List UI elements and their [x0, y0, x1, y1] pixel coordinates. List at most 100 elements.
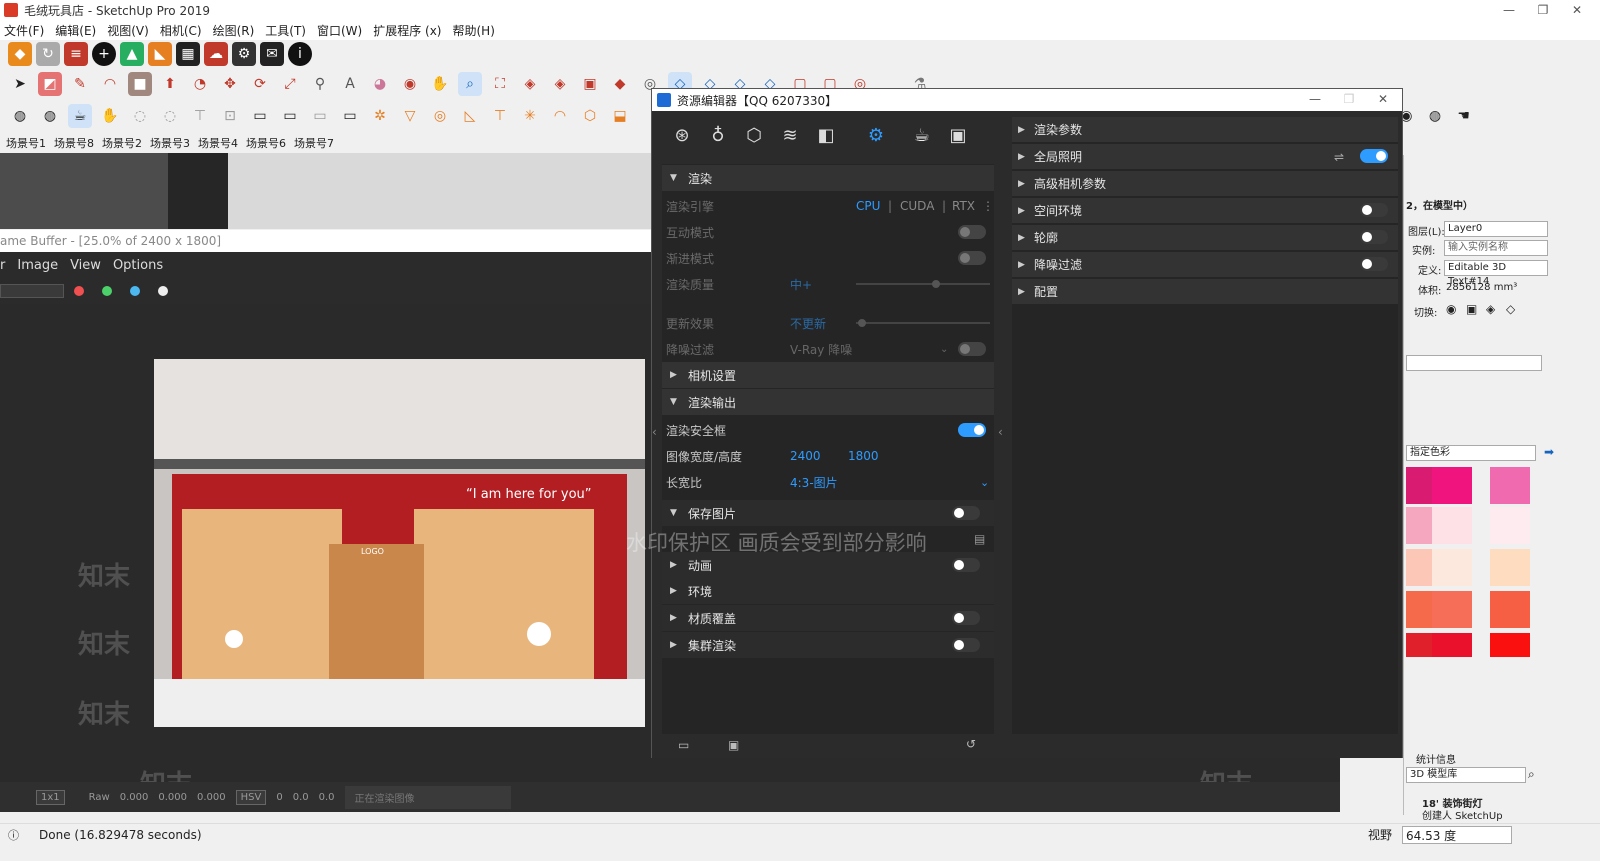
alpha-channel-icon[interactable] [158, 286, 168, 296]
pan-hand-icon[interactable]: ✋ [428, 72, 452, 96]
reset-icon[interactable]: ↺ [966, 737, 976, 751]
infinite-plane-icon[interactable]: ⬓ [608, 104, 632, 128]
maximize-button[interactable]: ❐ [1526, 0, 1560, 20]
sandbox-contours-icon[interactable]: ◍ [8, 104, 32, 128]
sliders-icon[interactable]: ⇌ [1334, 150, 1344, 164]
scale-icon[interactable]: ⤢ [278, 72, 302, 96]
sandbox-icon[interactable]: ◣ [148, 42, 172, 66]
quality-slider-handle[interactable] [932, 280, 940, 288]
tree-icon[interactable]: ▲ [120, 42, 144, 66]
safe-frame-toggle[interactable] [958, 423, 986, 437]
align-top-icon[interactable]: ⊤ [188, 104, 212, 128]
collapse-left-icon[interactable]: ‹ [652, 425, 657, 439]
scene-tab-3[interactable]: 场景号3 [150, 135, 190, 151]
sketchup-viewport[interactable] [0, 153, 660, 229]
engine-rtx[interactable]: RTX [952, 199, 975, 213]
arc-icon[interactable]: ◠ [98, 72, 122, 96]
color-select[interactable]: 指定色彩 [1406, 445, 1536, 461]
window-frame-icon[interactable]: ▭ [248, 104, 272, 128]
vray-frame-buffer-icon[interactable]: ▣ [578, 72, 602, 96]
scene-tab-1[interactable]: 场景号1 [6, 135, 46, 151]
chevron-down-icon[interactable]: ⌄ [940, 344, 948, 355]
cursor-select-icon[interactable]: ☚ [1452, 104, 1475, 128]
materials-icon[interactable]: ⊛ [668, 121, 696, 149]
section-denoiser[interactable]: ▶ 降噪过滤 [1012, 252, 1398, 277]
orbit-icon[interactable]: ◉ [398, 72, 422, 96]
eraser-icon[interactable]: ◩ [38, 72, 62, 96]
gi-toggle[interactable] [1360, 149, 1388, 163]
save-disk-icon[interactable]: ▣ [728, 738, 739, 752]
select-arrow-icon[interactable]: ➤ [8, 72, 32, 96]
menu-help[interactable]: 帮助(H) [452, 22, 494, 39]
swarm-toggle[interactable] [952, 638, 980, 652]
minimize-button[interactable]: — [1492, 0, 1526, 20]
ae-maximize-button[interactable]: ❐ [1332, 89, 1366, 109]
cloud-upload-icon[interactable]: ☁ [204, 42, 228, 66]
status-info-icon[interactable]: ⓘ [8, 827, 19, 843]
mesh-light-icon[interactable]: ⬡ [578, 104, 602, 128]
green-channel-icon[interactable] [102, 286, 112, 296]
move-icon[interactable]: ✥ [218, 72, 242, 96]
zoom-extents-icon[interactable]: ⛶ [488, 72, 512, 96]
file-icon[interactable]: ▤ [974, 532, 985, 546]
textures-icon[interactable]: ◧ [812, 121, 840, 149]
section-save-image[interactable]: ▼ 保存图片 [662, 500, 994, 526]
more-options-icon[interactable]: ⋮ [982, 199, 994, 213]
menu-edit[interactable]: 编辑(E) [55, 22, 96, 39]
color-mode-select[interactable]: HSV [235, 789, 267, 805]
color-swatch[interactable] [1432, 507, 1472, 544]
vray-render-icon[interactable]: ◈ [518, 72, 542, 96]
mail-icon[interactable]: ✉ [260, 42, 284, 66]
spot-light-icon[interactable]: ▽ [398, 104, 422, 128]
blue-channel-icon[interactable] [130, 286, 140, 296]
menu-view[interactable]: 视图(V) [107, 22, 149, 39]
section-advanced-camera[interactable]: ▶ 高级相机参数 [1012, 171, 1398, 196]
scene-tab-7[interactable]: 场景号7 [294, 135, 334, 151]
ies-light-icon[interactable]: ◎ [428, 104, 452, 128]
layer-select[interactable]: Layer0 [1444, 221, 1548, 237]
menu-extensions[interactable]: 扩展程序 (x) [373, 22, 441, 39]
lights-icon[interactable]: ♁ [704, 121, 732, 149]
search-icon[interactable]: ⌕ [1528, 767, 1535, 782]
door-icon[interactable]: ▭ [308, 104, 332, 128]
section-material-override[interactable]: ▶ 材质覆盖 [662, 605, 994, 631]
menu-camera[interactable]: 相机(C) [160, 22, 202, 39]
frame-buffer-icon[interactable]: ▣ [944, 121, 972, 149]
color-swatch[interactable] [1490, 467, 1530, 504]
contours-toggle[interactable] [1360, 230, 1388, 244]
color-swatch[interactable] [1432, 549, 1472, 586]
progressive-toggle[interactable] [958, 251, 986, 265]
arrow-right-icon[interactable]: ➡ [1544, 445, 1554, 459]
channel-select[interactable] [0, 284, 64, 298]
rect-light-icon[interactable]: ◺ [458, 104, 482, 128]
color-swatch[interactable] [1432, 633, 1472, 657]
info-icon[interactable]: i [288, 42, 312, 66]
engine-cuda[interactable]: CUDA [900, 199, 934, 213]
denoiser-select[interactable]: V-Ray 降噪 [790, 341, 852, 358]
menu-file[interactable]: 文件(F) [4, 22, 44, 39]
ratio-select[interactable]: 1x1 [36, 789, 65, 805]
color-swatch[interactable] [1490, 507, 1530, 544]
color-swatch[interactable] [1490, 633, 1530, 657]
denoiser-right-toggle[interactable] [1360, 257, 1388, 271]
menu-window[interactable]: 窗口(W) [317, 22, 362, 39]
lock-icon[interactable]: ▣ [1466, 302, 1477, 316]
section-render-output[interactable]: ▼ 渲染输出 [662, 389, 994, 415]
denoiser-toggle[interactable] [958, 342, 986, 356]
settings-gear-icon[interactable]: ⚙ [232, 42, 256, 66]
model-search-input[interactable]: 3D 模型库 [1406, 767, 1526, 783]
vray-asset-icon[interactable]: ◆ [608, 72, 632, 96]
lasso-icon[interactable]: ◌ [158, 104, 182, 128]
scene-tab-8[interactable]: 场景号8 [54, 135, 94, 151]
fb-menu-image[interactable]: Image [17, 258, 58, 273]
receive-shadow-icon[interactable]: ◇ [1506, 302, 1515, 316]
chevron-down-icon[interactable]: ⌄ [980, 476, 989, 489]
settings-icon[interactable]: ⚙ [862, 121, 890, 149]
image-height[interactable]: 1800 [848, 449, 879, 463]
warehouse-icon[interactable]: ◆ [8, 42, 32, 66]
render-teapot-icon[interactable]: ☕ [908, 121, 936, 149]
color-swatch[interactable] [1490, 591, 1530, 628]
layers-stack-icon[interactable]: ≋ [776, 121, 804, 149]
orbit-tool-icon[interactable]: ◌ [128, 104, 152, 128]
ae-close-button[interactable]: ✕ [1366, 89, 1400, 109]
